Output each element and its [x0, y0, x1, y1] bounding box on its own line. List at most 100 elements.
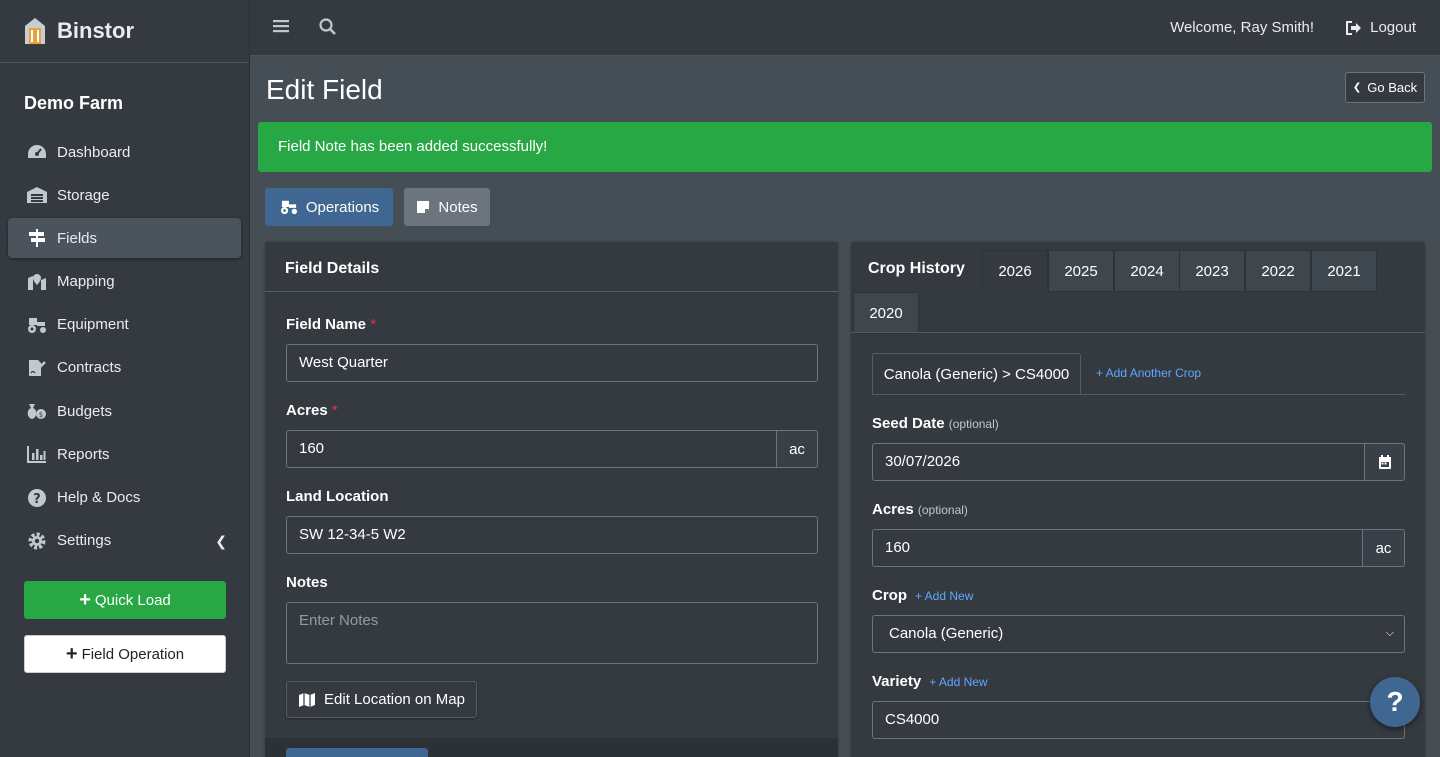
tab-year-2026[interactable]: 2026 — [982, 250, 1048, 292]
quick-load-button[interactable]: + Quick Load — [24, 581, 226, 619]
required-mark: * — [331, 402, 338, 419]
sidebar-item-storage[interactable]: Storage — [8, 175, 241, 215]
brand-name: Binstor — [57, 18, 134, 43]
tab-notes-label: Notes — [438, 198, 478, 216]
page-title: Edit Field — [266, 74, 383, 105]
edit-location-on-map-button[interactable]: Edit Location on Map — [286, 681, 477, 718]
sidebar-item-help[interactable]: ? Help & Docs — [8, 478, 241, 518]
silo-logo-icon — [22, 16, 48, 46]
help-button[interactable]: ? — [1370, 677, 1420, 727]
acres-input[interactable]: 160 — [286, 430, 778, 468]
sign-out-icon — [1346, 20, 1362, 35]
sidebar-item-reports[interactable]: Reports — [8, 434, 241, 474]
tab-notes[interactable]: Notes — [404, 188, 490, 226]
sidebar-item-fields[interactable]: Fields — [8, 218, 241, 259]
variety-label: Variety + Add New — [872, 673, 988, 690]
field-details-card: Field Details Field Name * West Quarter … — [265, 242, 838, 757]
brand[interactable]: Binstor — [0, 0, 249, 63]
save-button[interactable] — [286, 748, 428, 757]
money-bags-icon: $ — [26, 401, 48, 421]
edit-map-label: Edit Location on Map — [324, 691, 465, 708]
land-location-label: Land Location — [286, 488, 389, 505]
logout-label: Logout — [1370, 19, 1416, 36]
help-label: ? — [1386, 686, 1404, 717]
acres-value: 160 — [299, 440, 325, 457]
seed-date-value: 30/07/2026 — [885, 453, 961, 470]
sidebar: Binstor Demo Farm Dashboard Storage Fiel… — [0, 0, 250, 757]
logout-link[interactable]: Logout — [1346, 19, 1416, 36]
tab-year-2022[interactable]: 2022 — [1245, 250, 1311, 292]
add-new-crop-link[interactable]: + Add New — [915, 589, 973, 603]
optional-hint: (optional) — [917, 503, 968, 517]
tab-year-2023[interactable]: 2023 — [1179, 250, 1245, 292]
topbar: Welcome, Ray Smith! Logout — [250, 0, 1440, 56]
chevron-down-icon: ⌵ — [1385, 627, 1394, 639]
seed-date-label: Seed Date (optional) — [872, 415, 999, 432]
field-name-input[interactable]: West Quarter — [286, 344, 818, 382]
land-location-value: SW 12-34-5 W2 — [299, 526, 406, 543]
crop-value: Canola (Generic) — [889, 625, 1004, 642]
crop-history-title: Crop History — [868, 260, 965, 277]
tractor-icon — [279, 199, 299, 215]
seed-date-label-text: Seed Date — [872, 415, 945, 432]
sidebar-nav: Dashboard Storage Fields Mapping Equipme… — [0, 132, 249, 561]
tab-operations[interactable]: Operations — [265, 188, 393, 226]
crop-label: Crop + Add New — [872, 587, 973, 604]
sidebar-item-contracts[interactable]: Contracts — [8, 348, 241, 388]
tab-year-2025[interactable]: 2025 — [1048, 250, 1114, 292]
map-marker-icon — [26, 272, 48, 292]
chevron-left-icon: ❮ — [1352, 82, 1362, 93]
sidebar-item-label: Help & Docs — [57, 489, 141, 506]
add-new-variety-link[interactable]: + Add New — [929, 675, 987, 689]
card-footer — [265, 738, 838, 757]
variety-label-text: Variety — [872, 673, 922, 690]
svg-text:$: $ — [39, 411, 43, 419]
acres-label-text: Acres — [286, 402, 328, 419]
sidebar-item-dashboard[interactable]: Dashboard — [8, 132, 241, 172]
go-back-button[interactable]: ❮ Go Back — [1345, 72, 1425, 103]
add-another-crop-link[interactable]: + Add Another Crop — [1096, 366, 1201, 380]
welcome-text: Welcome, Ray Smith! — [1170, 19, 1314, 36]
notes-textarea[interactable]: Enter Notes — [286, 602, 818, 664]
quick-load-label: Quick Load — [94, 591, 171, 609]
plus-icon: + — [79, 589, 91, 611]
field-operation-label: Field Operation — [81, 645, 185, 663]
success-alert: Field Note has been added successfully! — [258, 122, 1432, 172]
sidebar-item-settings[interactable]: Settings ❮ — [8, 521, 241, 561]
dashboard-icon — [26, 142, 48, 162]
seed-date-input[interactable]: 30/07/2026 — [872, 443, 1366, 481]
sidebar-item-label: Reports — [57, 445, 110, 463]
variety-input[interactable]: CS4000 — [872, 701, 1405, 739]
search-icon[interactable] — [319, 18, 336, 39]
crop-acres-value: 160 — [885, 539, 911, 556]
notes-label: Notes — [286, 574, 328, 591]
field-details-title: Field Details — [265, 242, 838, 292]
sidebar-item-label: Settings — [57, 532, 112, 550]
land-location-input[interactable]: SW 12-34-5 W2 — [286, 516, 818, 554]
svg-text:?: ? — [33, 492, 41, 507]
crop-acres-label-text: Acres — [872, 501, 914, 518]
field-operation-button[interactable]: + Field Operation — [24, 635, 226, 673]
field-name-label: Field Name * — [286, 316, 376, 333]
divider — [851, 332, 1425, 333]
sidebar-item-label: Storage — [57, 186, 110, 204]
crop-acres-input[interactable]: 160 — [872, 529, 1364, 567]
sticky-note-icon — [416, 200, 430, 214]
sidebar-item-budgets[interactable]: $ Budgets — [8, 391, 241, 431]
calendar-button[interactable] — [1364, 443, 1405, 481]
map-icon — [298, 692, 316, 707]
hamburger-menu-icon[interactable] — [273, 18, 289, 38]
acres-unit: ac — [776, 430, 818, 468]
crop-acres-unit: ac — [1362, 529, 1405, 567]
sidebar-item-label: Fields — [57, 229, 98, 247]
tab-year-2024[interactable]: 2024 — [1114, 250, 1180, 292]
tab-year-2021[interactable]: 2021 — [1311, 250, 1377, 292]
optional-hint: (optional) — [948, 417, 999, 431]
sidebar-item-mapping[interactable]: Mapping — [8, 262, 241, 302]
tab-crop-canola[interactable]: Canola (Generic) > CS4000 — [872, 353, 1081, 394]
required-mark: * — [370, 316, 377, 333]
crop-select[interactable]: Canola (Generic) ⌵ — [872, 615, 1405, 653]
chevron-left-icon: ❮ — [215, 532, 227, 549]
tab-year-2020[interactable]: 2020 — [853, 292, 919, 334]
sidebar-item-equipment[interactable]: Equipment — [8, 305, 241, 345]
